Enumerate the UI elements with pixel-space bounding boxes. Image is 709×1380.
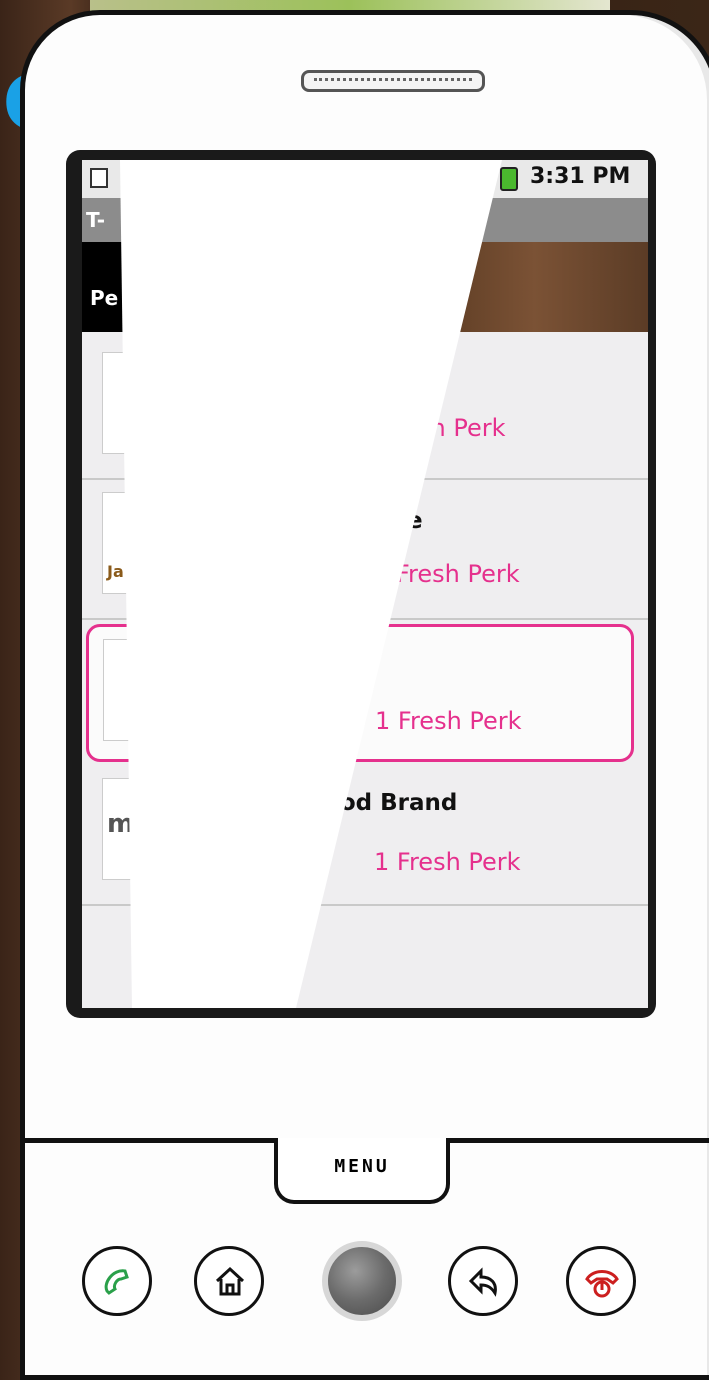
trackball[interactable] [322, 1241, 402, 1321]
merchant-logo [103, 639, 205, 741]
merchant-logo [102, 352, 204, 454]
menu-button[interactable]: MENU [274, 1138, 450, 1204]
status-bar: 3:31 PM [82, 160, 648, 199]
perk-count: sh Perk [418, 414, 506, 442]
merchant-logo: Ja [102, 492, 204, 594]
menu-label: MENU [334, 1156, 390, 1177]
call-button[interactable] [82, 1246, 152, 1316]
merchant-name: e [407, 508, 423, 534]
list-item[interactable]: Ja e Fresh Perk [82, 480, 648, 620]
home-icon [215, 1266, 245, 1296]
list-item[interactable]: sh Perk [82, 340, 648, 480]
app-title-bar: T- [82, 198, 648, 242]
perk-count: Fresh Perk [396, 560, 520, 588]
merchant-name: iod Brand [332, 790, 458, 816]
section-title: Pe [90, 286, 119, 310]
speaker-grille [301, 70, 485, 92]
section-header: Pe [82, 242, 648, 332]
status-time: 3:31 PM [530, 164, 631, 189]
app-title: T- [86, 208, 106, 232]
home-button[interactable] [194, 1246, 264, 1316]
merchant-logo: m [102, 778, 204, 880]
phone-screen: 3:31 PM T- Pe sh Perk Ja e Fresh Perk 1 … [82, 160, 648, 1008]
list-item-selected[interactable]: 1 Fresh Perk [86, 624, 634, 762]
perk-count: 1 Fresh Perk [375, 707, 522, 735]
call-icon [104, 1269, 129, 1295]
notification-icon [90, 168, 108, 188]
perk-label: rk [302, 848, 326, 876]
back-button[interactable] [448, 1246, 518, 1316]
end-call-button[interactable] [566, 1246, 636, 1316]
battery-icon [500, 167, 518, 191]
back-icon [468, 1267, 497, 1297]
list-item[interactable]: m iod Brand rk 1 Fresh Perk [82, 766, 648, 906]
end-call-icon [585, 1270, 619, 1298]
perk-count: 1 Fresh Perk [374, 848, 521, 876]
